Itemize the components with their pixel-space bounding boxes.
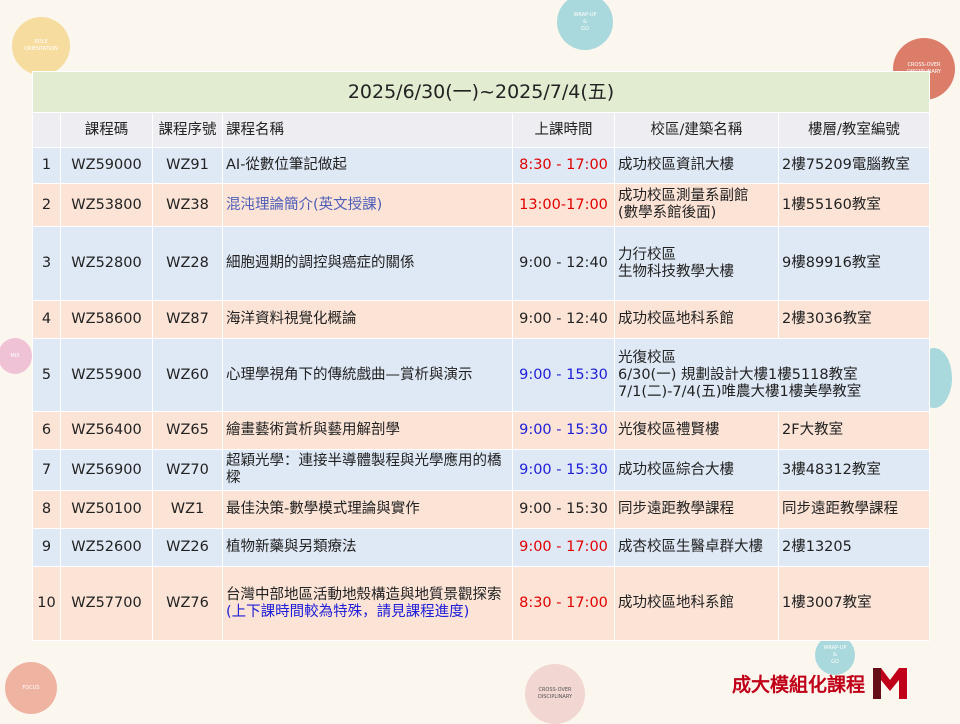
course-campus: 成功校區綜合大樓	[614, 449, 779, 491]
wrap-up-bubble: WRAP-UP & GO	[557, 0, 613, 50]
course-seq: WZ70	[152, 449, 223, 491]
course-room: 2樓75209電腦教室	[778, 147, 930, 184]
course-time: 13:00-17:00	[512, 183, 615, 227]
course-room: 2F大教室	[778, 411, 930, 450]
course-code: WZ55900	[60, 338, 153, 412]
course-campus: 成功校區測量系副館 (數學系館後面)	[614, 183, 779, 227]
course-name: 最佳決策-數學模式理論與實作	[222, 490, 513, 529]
course-name: 混沌理論簡介(英文授課)	[222, 183, 513, 227]
brand-name: 成大模組化課程	[732, 673, 866, 696]
course-code: WZ56400	[60, 411, 153, 450]
course-campus: 成杏校區生醫卓群大樓	[614, 528, 779, 567]
course-code: WZ57700	[60, 566, 153, 641]
course-code: WZ59000	[60, 147, 153, 184]
col-header-room: 樓層/教室編號	[778, 112, 930, 148]
course-seq: WZ1	[152, 490, 223, 529]
course-seq: WZ91	[152, 147, 223, 184]
course-name: 植物新藥與另類療法	[222, 528, 513, 567]
course-code: WZ52800	[60, 226, 153, 301]
course-seq: WZ65	[152, 411, 223, 450]
course-seq: WZ76	[152, 566, 223, 641]
course-seq: WZ28	[152, 226, 223, 301]
row-number: 5	[32, 338, 61, 412]
row-number: 7	[32, 449, 61, 491]
table-row: 3 WZ52800 WZ28 細胞週期的調控與癌症的關係 9:00 - 12:4…	[32, 226, 930, 301]
course-room: 1樓3007教室	[778, 566, 930, 641]
course-name: 繪畫藝術賞析與藝用解剖學	[222, 411, 513, 450]
course-schedule-table: 2025/6/30(一)~2025/7/4(五) 課程碼 課程序號 課程名稱 上…	[32, 71, 930, 641]
table-row: 5 WZ55900 WZ60 心理學視角下的傳統戲曲—賞析與演示 9:00 - …	[32, 338, 930, 412]
col-header-campus: 校區/建築名稱	[614, 112, 779, 148]
course-campus: 力行校區 生物科技教學大樓	[614, 226, 779, 301]
role-orientation-bubble: ROLE ORIENTATION	[12, 17, 70, 75]
course-campus: 成功校區資訊大樓	[614, 147, 779, 184]
course-time: 8:30 - 17:00	[512, 147, 615, 184]
course-seq: WZ87	[152, 300, 223, 339]
course-campus-room: 光復校區 6/30(一) 規劃設計大樓1樓5118教室 7/1(二)-7/4(五…	[614, 338, 930, 412]
table-row: 4 WZ58600 WZ87 海洋資料視覺化概論 9:00 - 12:40 成功…	[32, 300, 930, 339]
course-name: 台灣中部地區活動地殼構造與地質景觀探索	[226, 586, 502, 603]
row-number: 4	[32, 300, 61, 339]
m-logo-icon	[873, 668, 908, 699]
course-campus: 成功校區地科系館	[614, 300, 779, 339]
table-row: 7 WZ56900 WZ70 超穎光學：連接半導體製程與光學應用的橋樑 9:00…	[32, 449, 930, 491]
course-seq: WZ60	[152, 338, 223, 412]
course-name: 細胞週期的調控與癌症的關係	[222, 226, 513, 301]
col-header-no	[32, 112, 61, 148]
row-number: 10	[32, 566, 61, 641]
row-number: 3	[32, 226, 61, 301]
course-campus: 同步遠距教學課程	[614, 490, 779, 529]
course-room: 3樓48312教室	[778, 449, 930, 491]
course-room: 9樓89916教室	[778, 226, 930, 301]
course-time: 9:00 - 15:30	[512, 338, 615, 412]
mix-bubble: MIX	[0, 338, 32, 374]
table-row: 1 WZ59000 WZ91 AI-從數位筆記做起 8:30 - 17:00 成…	[32, 147, 930, 184]
course-name: 心理學視角下的傳統戲曲—賞析與演示	[222, 338, 513, 412]
col-header-time: 上課時間	[512, 112, 615, 148]
row-number: 6	[32, 411, 61, 450]
col-header-seq: 課程序號	[152, 112, 223, 148]
course-name: 海洋資料視覺化概論	[222, 300, 513, 339]
ncku-modular-course-logo: 成大模組化課程	[732, 664, 932, 702]
course-code: WZ56900	[60, 449, 153, 491]
course-room: 2樓3036教室	[778, 300, 930, 339]
table-row: 6 WZ56400 WZ65 繪畫藝術賞析與藝用解剖學 9:00 - 15:30…	[32, 411, 930, 450]
cross-over-bubble-bottom: CROSS-OVER DISCIPLINARY	[525, 664, 585, 724]
course-schedule-note: (上下課時間較為特殊，請見課程進度)	[226, 603, 470, 620]
course-code: WZ58600	[60, 300, 153, 339]
course-time: 9:00 - 12:40	[512, 226, 615, 301]
course-name-cell: 台灣中部地區活動地殼構造與地質景觀探索 (上下課時間較為特殊，請見課程進度)	[222, 566, 513, 641]
course-code: WZ50100	[60, 490, 153, 529]
col-header-code: 課程碼	[60, 112, 153, 148]
course-time: 9:00 - 15:30	[512, 449, 615, 491]
table-row: 9 WZ52600 WZ26 植物新藥與另類療法 9:00 - 17:00 成杏…	[32, 528, 930, 567]
course-room: 2樓13205	[778, 528, 930, 567]
row-number: 8	[32, 490, 61, 529]
header-row: 課程碼 課程序號 課程名稱 上課時間 校區/建築名稱 樓層/教室編號	[32, 112, 930, 148]
course-name: 超穎光學：連接半導體製程與光學應用的橋樑	[222, 449, 513, 491]
row-number: 9	[32, 528, 61, 567]
course-seq: WZ26	[152, 528, 223, 567]
focus-bubble: FOCUS	[5, 662, 57, 714]
course-name: AI-從數位筆記做起	[222, 147, 513, 184]
table-row: 10 WZ57700 WZ76 台灣中部地區活動地殼構造與地質景觀探索 (上下課…	[32, 566, 930, 641]
col-header-name: 課程名稱	[222, 112, 513, 148]
row-number: 2	[32, 183, 61, 227]
course-time: 9:00 - 12:40	[512, 300, 615, 339]
row-number: 1	[32, 147, 61, 184]
course-campus: 光復校區禮賢樓	[614, 411, 779, 450]
table-row: 2 WZ53800 WZ38 混沌理論簡介(英文授課) 13:00-17:00 …	[32, 183, 930, 227]
course-seq: WZ38	[152, 183, 223, 227]
course-time: 9:00 - 17:00	[512, 528, 615, 567]
schedule-date-title: 2025/6/30(一)~2025/7/4(五)	[32, 71, 930, 113]
course-time: 8:30 - 17:00	[512, 566, 615, 641]
course-time: 9:00 - 15:30	[512, 411, 615, 450]
table-row: 8 WZ50100 WZ1 最佳決策-數學模式理論與實作 9:00 - 15:3…	[32, 490, 930, 529]
course-code: WZ52600	[60, 528, 153, 567]
course-room: 同步遠距教學課程	[778, 490, 930, 529]
course-code: WZ53800	[60, 183, 153, 227]
course-campus: 成功校區地科系館	[614, 566, 779, 641]
course-time: 9:00 - 15:30	[512, 490, 615, 529]
course-room: 1樓55160教室	[778, 183, 930, 227]
